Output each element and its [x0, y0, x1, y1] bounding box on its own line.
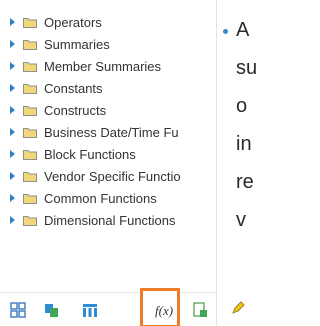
slide-text-line: re: [236, 171, 254, 193]
function-tree: Operators Summaries Member Summaries Con…: [0, 11, 216, 231]
expand-caret-icon[interactable]: [10, 106, 15, 114]
folder-icon: [23, 171, 37, 182]
folder-icon: [23, 215, 37, 226]
tree-item-label: Block Functions: [44, 146, 136, 162]
folder-icon: [23, 17, 37, 28]
expand-caret-icon[interactable]: [10, 194, 15, 202]
expand-caret-icon[interactable]: [10, 40, 15, 48]
slide-text-line: o: [236, 95, 248, 117]
expand-caret-icon[interactable]: [10, 128, 15, 136]
folder-icon: [23, 83, 37, 94]
tree-item-label: Constructs: [44, 102, 107, 118]
tree-item-label: Member Summaries: [44, 58, 162, 74]
tree-item-label: Operators: [44, 14, 102, 30]
expand-caret-icon[interactable]: [10, 172, 15, 180]
folder-icon: [23, 193, 37, 204]
grid-icon[interactable]: [10, 302, 26, 318]
tree-item-label: Vendor Specific Functio: [44, 168, 181, 184]
tree-item-label: Summaries: [44, 36, 110, 52]
data-items-panel: Operators Summaries Member Summaries Con…: [0, 0, 217, 326]
expand-caret-icon[interactable]: [10, 62, 15, 70]
slide-text-line: in: [236, 133, 252, 155]
folder-icon: [23, 61, 37, 72]
expand-caret-icon[interactable]: [10, 216, 15, 224]
expand-caret-icon[interactable]: [10, 150, 15, 158]
columns-icon[interactable]: [82, 302, 98, 318]
bottom-toolbar: [0, 292, 216, 326]
folder-icon: [23, 39, 37, 50]
chart-icon[interactable]: [44, 302, 60, 318]
tree-item-block-functions[interactable]: Block Functions: [0, 143, 216, 165]
slide-text-line: A: [236, 19, 250, 41]
slide-text-line: su: [236, 57, 258, 79]
tree-item-member-summaries[interactable]: Member Summaries: [0, 55, 216, 77]
tree-item-constructs[interactable]: Constructs: [0, 99, 216, 121]
tree-item-constants[interactable]: Constants: [0, 77, 216, 99]
tree-item-summaries[interactable]: Summaries: [0, 33, 216, 55]
expand-caret-icon[interactable]: [10, 84, 15, 92]
tree-item-label: Dimensional Functions: [44, 212, 176, 228]
slide-text-line: v: [236, 209, 246, 231]
tree-item-label: Constants: [44, 80, 103, 96]
tree-item-common-functions[interactable]: Common Functions: [0, 187, 216, 209]
tree-item-dimensional-functions[interactable]: Dimensional Functions: [0, 209, 216, 231]
tree-item-business-date-time[interactable]: Business Date/Time Fu: [0, 121, 216, 143]
function-icon[interactable]: f(x): [155, 303, 173, 319]
folder-icon: [23, 149, 37, 160]
expand-caret-icon[interactable]: [10, 18, 15, 26]
folder-icon: [23, 127, 37, 138]
tree-item-vendor-specific[interactable]: Vendor Specific Functio: [0, 165, 216, 187]
edit-icon[interactable]: [230, 300, 246, 316]
tree-item-label: Common Functions: [44, 190, 157, 206]
tree-item-label: Business Date/Time Fu: [44, 124, 179, 140]
slide-bullet: [223, 29, 228, 34]
folder-icon: [23, 105, 37, 116]
tree-item-operators[interactable]: Operators: [0, 11, 216, 33]
report-icon[interactable]: [192, 302, 208, 318]
